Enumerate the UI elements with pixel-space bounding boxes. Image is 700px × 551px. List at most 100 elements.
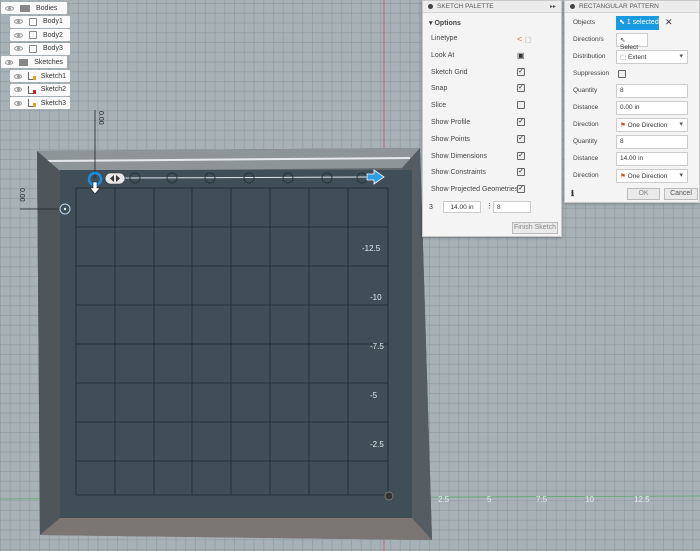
y-tick-label: -7.5 xyxy=(370,342,384,351)
dimension-text-left[interactable]: 0.00 xyxy=(18,188,25,202)
browser-item-label: Body3 xyxy=(43,45,63,53)
option-checkbox[interactable]: ✓ xyxy=(517,84,525,93)
look-at-icon[interactable]: ▣ xyxy=(517,51,525,60)
info-icon[interactable]: ℹ xyxy=(571,189,574,198)
visibility-eye-icon[interactable] xyxy=(14,100,22,106)
quantity1-input[interactable]: 8 xyxy=(616,84,688,98)
browser-item-body2[interactable]: Body2 xyxy=(10,29,70,42)
direction1-dropdown[interactable]: ⚑ One Direction xyxy=(616,118,688,132)
visibility-eye-icon[interactable] xyxy=(5,5,14,11)
x-tick-label: 7.5 xyxy=(536,495,548,504)
frame-bottom-bevel xyxy=(40,518,432,540)
sketch-palette: SKETCH PALETTE ▸▸ ▾ Options Linetype < ▢ Lo… xyxy=(422,0,562,237)
visibility-eye-icon[interactable] xyxy=(14,19,23,25)
direction2-dropdown[interactable]: ⚑ One Direction xyxy=(616,169,688,183)
distance-input[interactable]: 14.00 in xyxy=(443,201,481,213)
clear-selection-icon[interactable]: ✕ xyxy=(665,17,673,28)
browser-item-sketches[interactable]: Sketches xyxy=(1,56,67,69)
construction-icon[interactable]: ▢ xyxy=(524,35,532,44)
browser-item-sketch3[interactable]: Sketch3 xyxy=(10,97,70,110)
browser-item-bodies[interactable]: Bodies xyxy=(1,2,67,14)
distance1-input[interactable]: 0.00 in xyxy=(616,101,688,115)
direction2-label: Direction xyxy=(573,172,599,179)
browser-item-sketch2[interactable]: Sketch2 xyxy=(10,83,70,96)
option-label: Linetype xyxy=(431,35,458,42)
option-checkbox[interactable]: ✓ xyxy=(517,67,525,76)
dialog-dot-icon xyxy=(570,4,575,9)
separator-dots: ⋮ xyxy=(486,203,493,210)
distance2-label: Distance xyxy=(573,155,599,162)
x-tick-label: 12.5 xyxy=(634,495,650,504)
distance2-input[interactable]: 14.00 in xyxy=(616,152,688,166)
x-tick-label: 10 xyxy=(585,495,594,504)
browser-item-sketch1[interactable]: Sketch1 xyxy=(10,70,70,82)
option-checkbox[interactable]: ✓ xyxy=(517,134,525,143)
option-checkbox[interactable]: ✓ xyxy=(517,168,525,177)
objects-selection-button[interactable]: ⬉ 1 selected xyxy=(616,16,659,30)
directions-label: Direction/s xyxy=(573,36,604,43)
origin-marker xyxy=(384,491,394,501)
option-label: Show Projected Geometries xyxy=(431,186,519,194)
objects-label: Objects xyxy=(573,19,596,26)
option-label: Sketch Grid xyxy=(431,68,468,76)
option-checkbox[interactable]: ✓ xyxy=(517,151,525,160)
browser-item-label: Sketch2 xyxy=(40,86,66,94)
x-tick-label: 2.5 xyxy=(438,495,450,504)
body-icon xyxy=(29,31,37,40)
palette-title: SKETCH PALETTE xyxy=(437,3,494,10)
origin-point-center xyxy=(63,207,67,211)
palette-dot-icon xyxy=(428,4,433,9)
browser-item-body1[interactable]: Body1 xyxy=(10,15,70,28)
distribution-dropdown[interactable]: ⬚ Extent xyxy=(616,50,688,64)
sketch-icon xyxy=(27,72,36,80)
direction1-value: One Direction xyxy=(627,122,668,129)
folder-icon xyxy=(20,4,30,12)
browser-item-label: Body1 xyxy=(43,18,63,26)
y-tick-label: -10 xyxy=(370,293,382,302)
browser-item-label: Body2 xyxy=(43,31,63,39)
x-tick-label: 5 xyxy=(487,495,492,504)
visibility-eye-icon[interactable] xyxy=(14,32,23,38)
directions-select-button[interactable]: ⇖ Select xyxy=(616,33,648,51)
finish-sketch-button[interactable]: Finish Sketch xyxy=(512,222,558,234)
look-at-control: ▣ xyxy=(517,51,525,60)
option-checkbox[interactable] xyxy=(517,101,525,110)
distance1-label: Distance xyxy=(573,104,599,111)
distribution-label: Distribution xyxy=(573,53,606,60)
dimension-text-top[interactable]: 0.00 xyxy=(97,111,104,125)
option-checkbox[interactable]: ✓ xyxy=(517,185,525,194)
y-tick-label: -2.5 xyxy=(370,440,384,449)
visibility-eye-icon[interactable] xyxy=(5,59,14,65)
option-label: Show Profile xyxy=(431,119,471,126)
ok-button[interactable]: OK xyxy=(627,188,660,200)
direction2-value: One Direction xyxy=(627,173,668,180)
browser-item-body3[interactable]: Body3 xyxy=(10,42,70,55)
y-tick-label: -5 xyxy=(370,391,378,400)
suppression-checkbox[interactable] xyxy=(618,70,626,78)
expand-icon[interactable]: ▸▸ xyxy=(550,3,556,10)
quantity-input[interactable]: 8 xyxy=(493,201,531,213)
sketch-icon xyxy=(27,99,36,108)
option-label: Look At xyxy=(431,51,455,59)
y-tick-label: -12.5 xyxy=(362,244,381,253)
objects-value: 1 selected xyxy=(626,19,659,26)
option-label: Show Dimensions xyxy=(431,152,488,160)
body-icon xyxy=(29,17,37,26)
pattern-flip-handle[interactable] xyxy=(104,172,126,185)
option-label: Snap xyxy=(431,85,448,93)
options-section-header[interactable]: ▾ Options xyxy=(429,19,461,27)
visibility-eye-icon[interactable] xyxy=(14,73,22,79)
distribution-value: Extent xyxy=(627,54,647,61)
visibility-eye-icon[interactable] xyxy=(14,87,22,93)
body-icon xyxy=(29,44,37,53)
linetype-icon[interactable]: < xyxy=(517,34,522,44)
browser-item-label: Sketch3 xyxy=(40,99,66,107)
sketch-icon xyxy=(27,85,36,94)
quantity2-input[interactable]: 8 xyxy=(616,135,688,149)
suppression-label: Suppression xyxy=(573,70,610,77)
browser-item-label: Bodies xyxy=(36,4,58,12)
folder-icon xyxy=(19,58,29,66)
option-checkbox[interactable]: ✓ xyxy=(517,118,525,126)
cancel-button[interactable]: Cancel xyxy=(664,188,698,200)
visibility-eye-icon[interactable] xyxy=(14,46,23,52)
